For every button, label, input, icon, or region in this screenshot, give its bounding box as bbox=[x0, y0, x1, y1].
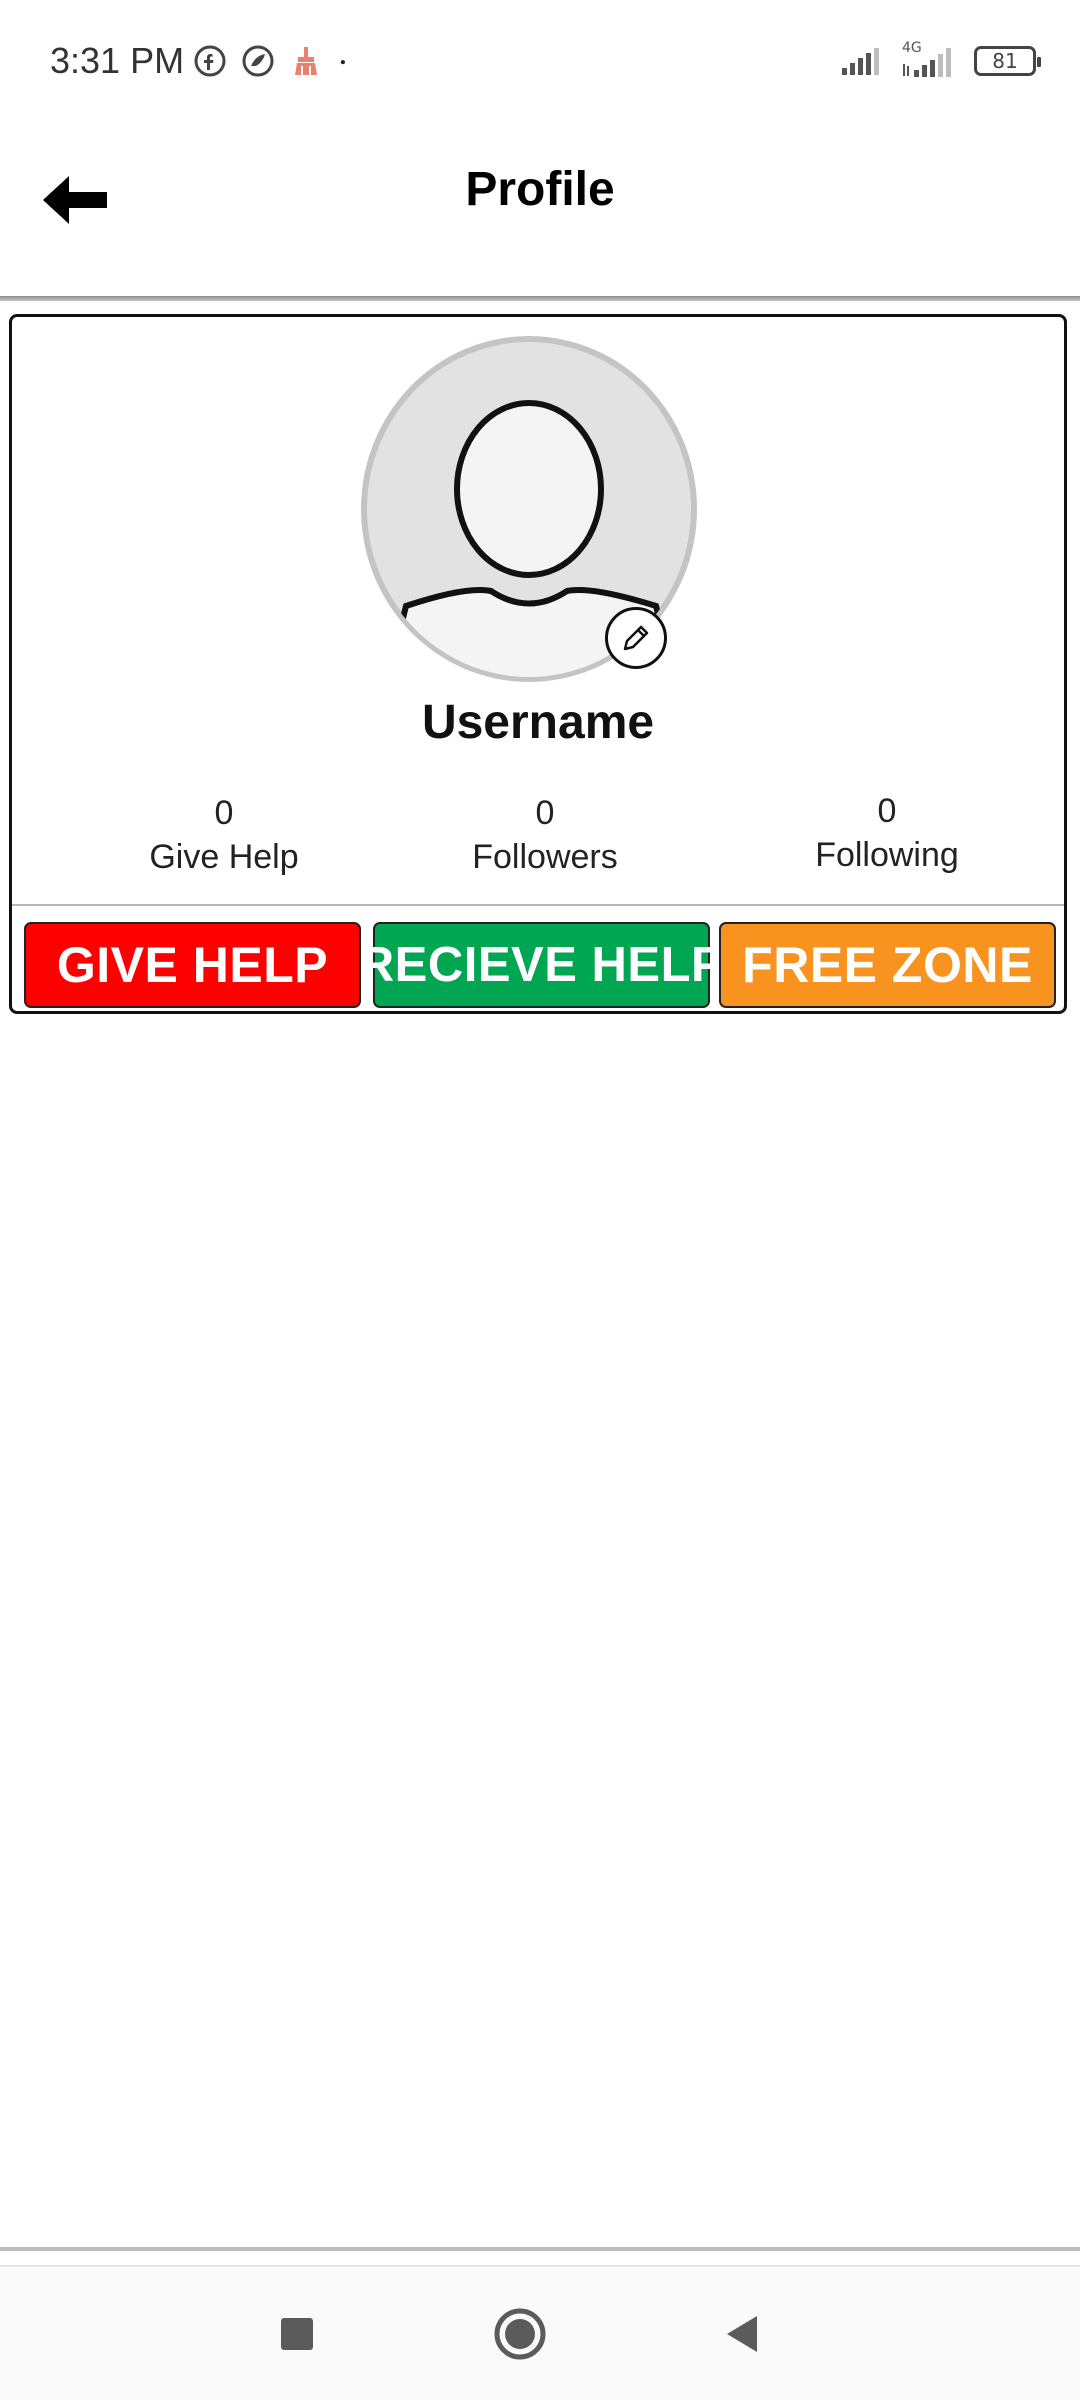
recieve-help-button[interactable]: RECIEVE HELP bbox=[359, 922, 724, 1008]
cleaner-icon bbox=[295, 47, 317, 75]
signal-icon bbox=[842, 48, 879, 75]
battery-level: 81 bbox=[992, 49, 1018, 73]
status-notification-icons bbox=[193, 44, 357, 78]
stat-value: 0 bbox=[877, 792, 897, 830]
home-circle-icon bbox=[494, 2308, 546, 2360]
card-divider bbox=[12, 904, 1064, 906]
give-help-button[interactable]: GIVE HELP bbox=[24, 922, 361, 1008]
stat-label: Give Help bbox=[149, 838, 299, 876]
edit-avatar-button[interactable] bbox=[605, 607, 667, 669]
dot-icon bbox=[340, 60, 345, 65]
signal-4g-icon: 4G bbox=[900, 40, 956, 78]
app-bar-divider bbox=[0, 296, 1080, 301]
facebook-icon bbox=[194, 45, 226, 77]
nav-back-button[interactable] bbox=[701, 2294, 781, 2374]
stat-label: Followers bbox=[472, 838, 618, 876]
nav-divider bbox=[0, 2247, 1080, 2251]
pencil-icon bbox=[623, 625, 649, 651]
recents-button[interactable] bbox=[257, 2294, 337, 2374]
recents-square-icon bbox=[281, 2318, 313, 2350]
stat-value: 0 bbox=[535, 794, 555, 832]
status-time: 3:31 PM bbox=[50, 40, 185, 81]
stat-give-help[interactable]: 0 Give Help bbox=[94, 793, 354, 881]
battery-icon: 81 bbox=[974, 46, 1041, 76]
stat-following[interactable]: 0 Following bbox=[757, 791, 1017, 879]
system-nav-bar bbox=[0, 2268, 1080, 2400]
page-title: Profile bbox=[465, 163, 615, 216]
home-button[interactable] bbox=[480, 2294, 560, 2374]
free-zone-button[interactable]: FREE ZONE bbox=[719, 922, 1056, 1008]
username: Username bbox=[421, 696, 655, 749]
nav-divider-light bbox=[0, 2265, 1080, 2267]
browser-icon bbox=[242, 45, 274, 77]
back-triangle-icon bbox=[727, 2316, 757, 2352]
status-system-icons: 4G 81 bbox=[840, 40, 1041, 78]
stat-followers[interactable]: 0 Followers bbox=[415, 793, 675, 881]
stat-value: 0 bbox=[214, 794, 234, 832]
status-bar: 3:31 PM 4G 81 bbox=[0, 0, 1080, 130]
app-bar: Profile bbox=[0, 130, 1080, 301]
profile-card: Username 0 Give Help 0 Followers 0 Follo… bbox=[9, 314, 1067, 1014]
stat-label: Following bbox=[815, 836, 959, 874]
